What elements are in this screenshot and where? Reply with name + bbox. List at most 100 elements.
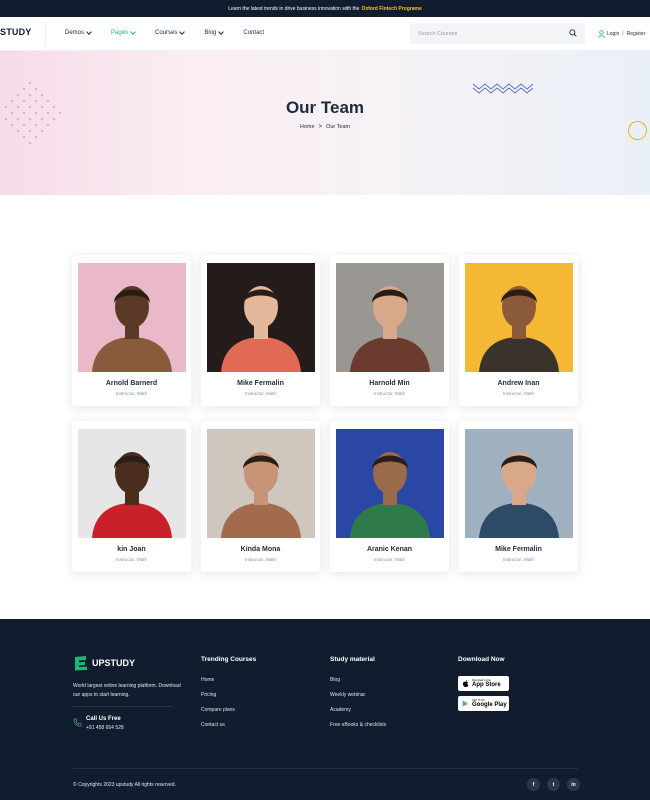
logo-divider xyxy=(45,23,46,45)
main-nav: Demos Pages Courses Blog Contact xyxy=(65,29,284,36)
team-card[interactable]: Harnold Min Instructor, Math xyxy=(330,255,449,406)
login-link[interactable]: Login xyxy=(607,31,619,37)
social-links: f t in xyxy=(527,778,580,791)
nav-demos[interactable]: Demos xyxy=(65,29,92,36)
nav-pages[interactable]: Pages xyxy=(111,29,136,36)
footer-column-download: Download Now xyxy=(458,656,505,677)
member-photo xyxy=(465,429,573,538)
page-hero: Our Team Home > Our Team xyxy=(0,51,650,195)
member-role: Instructor, Math xyxy=(115,557,147,562)
footer-link-academy[interactable]: Academy xyxy=(330,707,386,713)
member-photo xyxy=(336,429,444,538)
member-photo xyxy=(336,263,444,372)
member-role: Instructor, Math xyxy=(502,557,534,562)
user-icon xyxy=(598,30,605,38)
footer-link-webinar[interactable]: Weekly webinar xyxy=(330,692,386,698)
upstudy-logo-icon xyxy=(75,656,87,671)
footer-brand: UPSTUDY xyxy=(92,658,136,668)
google-play-icon xyxy=(462,700,469,707)
member-name[interactable]: Kinda Mona xyxy=(201,546,320,553)
search-icon[interactable] xyxy=(569,29,577,37)
nav-contact-label: Contact xyxy=(243,30,265,36)
member-photo xyxy=(207,263,315,372)
member-photo xyxy=(465,263,573,372)
nav-blog-label: Blog xyxy=(204,30,217,36)
team-card[interactable]: Mike Fermalin Instructor, Math xyxy=(459,421,578,572)
facebook-icon[interactable]: f xyxy=(527,778,540,791)
team-card[interactable]: Kinda Mona Instructor, Math xyxy=(201,421,320,572)
register-link[interactable]: Register xyxy=(627,31,646,37)
member-name[interactable]: Mike Fermalin xyxy=(459,546,578,553)
site-footer: UPSTUDY World largest online learning pl… xyxy=(0,619,650,800)
team-card[interactable]: kin Joan Instructor, Math xyxy=(72,421,191,572)
nav-demos-label: Demos xyxy=(65,30,85,36)
chevron-down-icon xyxy=(179,29,186,35)
member-photo xyxy=(78,429,186,538)
team-card[interactable]: Andrew Inan Instructor, Math xyxy=(459,255,578,406)
footer-bottom-divider xyxy=(73,768,578,769)
member-photo xyxy=(78,263,186,372)
auth-separator: / xyxy=(622,31,624,37)
footer-logo[interactable]: UPSTUDY xyxy=(73,655,135,671)
google-play-label: Google Play xyxy=(472,702,507,708)
member-name[interactable]: kin Joan xyxy=(72,546,191,553)
auth-links: Login / Register xyxy=(598,30,645,38)
footer-link-home[interactable]: Home xyxy=(201,677,256,683)
download-title: Download Now xyxy=(458,656,505,663)
member-role: Instructor, Math xyxy=(115,391,147,396)
apple-icon xyxy=(462,680,469,687)
call-us: Call Us Free +91 458 654 528 xyxy=(73,716,124,731)
footer-description: World largest online learning platform. … xyxy=(73,683,181,698)
member-role: Instructor, Math xyxy=(373,391,405,396)
breadcrumb-home[interactable]: Home xyxy=(300,124,315,130)
footer-divider xyxy=(73,706,173,707)
chevron-down-icon xyxy=(130,29,136,35)
member-name[interactable]: Andrew Inan xyxy=(459,380,578,387)
member-name[interactable]: Mike Fermalin xyxy=(201,380,320,387)
chevron-down-icon xyxy=(218,29,225,35)
linkedin-icon[interactable]: in xyxy=(567,778,580,791)
footer-link-contact-us[interactable]: Contact us xyxy=(201,722,256,728)
member-name[interactable]: Arnold Barnerd xyxy=(72,380,191,387)
search-input[interactable] xyxy=(410,23,560,44)
copyright: © Copyrights 2023 upstudy All rights res… xyxy=(73,782,176,788)
nav-blog[interactable]: Blog xyxy=(204,29,225,36)
phone-icon xyxy=(73,718,82,727)
footer-link-blog[interactable]: Blog xyxy=(330,677,386,683)
logo[interactable]: STUDY xyxy=(0,27,32,37)
breadcrumb-current: Our Team xyxy=(326,124,351,130)
breadcrumb: Home > Our Team xyxy=(0,124,650,130)
announcement-link[interactable]: Oxford Fintech Programe xyxy=(361,6,421,12)
nav-contact[interactable]: Contact xyxy=(243,30,264,36)
search-box xyxy=(410,23,585,44)
team-card[interactable]: Aranic Kenan Instructor, Math xyxy=(330,421,449,572)
chevron-down-icon xyxy=(86,29,92,35)
footer-link-compare-plans[interactable]: Compare plans xyxy=(201,707,256,713)
call-number[interactable]: +91 458 654 528 xyxy=(86,725,124,731)
twitter-icon[interactable]: t xyxy=(547,778,560,791)
team-card[interactable]: Mike Fermalin Instructor, Math xyxy=(201,255,320,406)
footer-link-ebooks[interactable]: Free eBooks & checklists xyxy=(330,722,386,728)
member-photo xyxy=(207,429,315,538)
member-name[interactable]: Aranic Kenan xyxy=(330,546,449,553)
nav-pages-label: Pages xyxy=(111,30,129,36)
announcement-text: Learn the latest trends in drive busines… xyxy=(228,5,360,12)
footer-link-pricing[interactable]: Pricing xyxy=(201,692,256,698)
member-role: Instructor, Math xyxy=(373,557,405,562)
team-card[interactable]: Arnold Barnerd Instructor, Math xyxy=(72,255,191,406)
site-header: STUDY Demos Pages Courses Blog Contact L… xyxy=(0,17,650,51)
footer-column-title: Trending Courses xyxy=(201,656,257,663)
nav-courses-label: Courses xyxy=(155,30,178,36)
breadcrumb-separator: > xyxy=(318,124,323,130)
footer-column-title: Study material xyxy=(330,656,375,663)
call-title: Call Us Free xyxy=(86,716,121,722)
footer-column-study: Study material Blog Weekly webinar Acade… xyxy=(330,656,386,737)
nav-courses[interactable]: Courses xyxy=(155,29,186,36)
footer-column-trending: Trending Courses Home Pricing Compare pl… xyxy=(201,656,256,737)
announcement-bar: Learn the latest trends in drive busines… xyxy=(0,0,650,17)
member-role: Instructor, Math xyxy=(244,557,276,562)
app-store-button[interactable]: Download on the App Store xyxy=(458,676,509,691)
google-play-button[interactable]: GET IT ON Google Play xyxy=(458,696,509,711)
zigzag-decoration xyxy=(472,83,534,94)
member-name[interactable]: Harnold Min xyxy=(330,380,449,387)
